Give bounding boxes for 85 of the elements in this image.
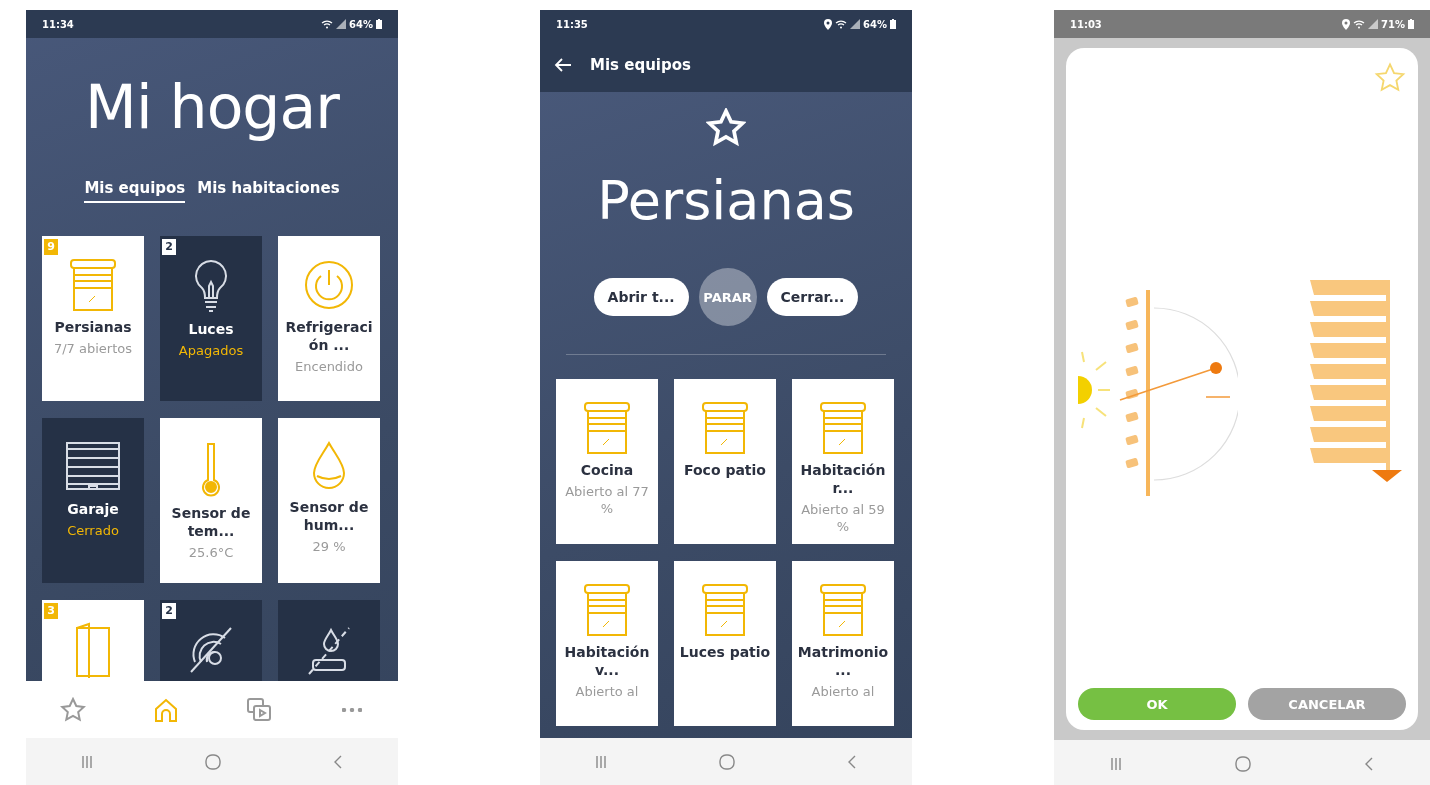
tile-name: Luces patio — [679, 643, 771, 661]
star-icon — [59, 696, 86, 723]
recent-apps-icon[interactable] — [82, 754, 93, 769]
device-tile[interactable]: 2 — [160, 600, 262, 681]
power-icon — [302, 258, 356, 312]
tile-status: Encendido — [294, 358, 364, 375]
recent-apps-icon[interactable] — [596, 754, 607, 769]
count-badge: 2 — [162, 239, 176, 255]
device-tile[interactable]: Habitación r... Abierto al 59 % — [792, 379, 894, 544]
wifi-icon — [321, 19, 334, 29]
window-blind-icon — [67, 258, 119, 312]
device-tile[interactable]: Cocina Abierto al 77 % — [556, 379, 658, 544]
battery-icon — [890, 19, 896, 29]
tile-status: Abierto al — [574, 683, 640, 700]
tile-status: 29 % — [311, 538, 347, 555]
window-blind-icon — [581, 401, 633, 455]
tile-status: Abierto al — [810, 683, 876, 700]
tile-status: Abierto al 77 % — [564, 483, 650, 517]
count-badge: 9 — [44, 239, 58, 255]
battery-icon — [1408, 19, 1414, 29]
window-blind-icon — [699, 401, 751, 455]
tile-name: Sensor de hum... — [288, 498, 370, 534]
thermometer-icon — [199, 440, 223, 498]
battery-percent: 71% — [1381, 18, 1405, 30]
tile-name: Luces — [187, 320, 235, 338]
tile-status: Apagados — [177, 342, 245, 359]
signal-icon — [1368, 19, 1379, 29]
device-tile[interactable]: Garaje Cerrado — [42, 418, 144, 583]
page-title: Mi hogar — [84, 70, 341, 144]
home-icon — [152, 696, 179, 723]
tile-name: Sensor de tem... — [170, 504, 252, 540]
signal-icon — [850, 19, 861, 29]
tile-name: Foco patio — [683, 461, 767, 479]
back-chevron-icon[interactable] — [333, 754, 342, 769]
favorite-star-icon[interactable] — [706, 108, 746, 148]
tile-name: Habitación v... — [563, 643, 651, 679]
wifi-icon — [835, 19, 848, 29]
battery-percent: 64% — [863, 18, 887, 30]
tile-status: Abierto al 59 % — [800, 501, 886, 535]
tile-name: Matrimonio ... — [797, 643, 889, 679]
battery-icon — [376, 19, 382, 29]
tile-name: Cocina — [579, 461, 635, 479]
window-blind-icon — [817, 401, 869, 455]
recent-apps-icon[interactable] — [1111, 756, 1121, 771]
tile-status: 25.6°C — [187, 544, 235, 561]
header-title: Mis equipos — [590, 56, 691, 74]
location-icon — [1342, 18, 1351, 30]
device-tile[interactable]: Luces patio — [674, 561, 776, 726]
tile-name: Refrigeración ... — [284, 318, 374, 354]
clock-time: 11:03 — [1070, 18, 1102, 30]
clock-time: 11:34 — [42, 18, 74, 30]
more-icon — [341, 707, 362, 712]
window-blind-icon — [817, 583, 869, 637]
count-badge: 3 — [44, 603, 58, 619]
battery-percent: 64% — [349, 18, 373, 30]
signal-icon — [336, 19, 347, 29]
wifi-icon — [1353, 19, 1366, 29]
action-button[interactable]: Cerrar... — [766, 278, 859, 316]
devices-icon — [245, 696, 272, 723]
count-badge: 2 — [162, 603, 176, 619]
back-chevron-icon[interactable] — [847, 754, 856, 769]
tile-name: Garaje — [66, 500, 120, 518]
tile-status: Cerrado — [66, 522, 120, 539]
device-tile[interactable]: Sensor de hum... 29 % — [278, 418, 380, 583]
device-tile[interactable]: Matrimonio ... Abierto al — [792, 561, 894, 726]
action-button[interactable]: Abrir t... — [593, 278, 689, 316]
tab[interactable]: Mis equipos — [84, 175, 186, 203]
tile-name: Habitación r... — [799, 461, 887, 497]
clock-time: 11:35 — [556, 18, 588, 30]
device-tile[interactable]: Foco patio — [674, 379, 776, 544]
window-blind-icon — [581, 583, 633, 637]
tile-name: Persianas — [53, 318, 133, 336]
device-tile[interactable]: Habitación v... Abierto al — [556, 561, 658, 726]
page-title: Persianas — [596, 167, 856, 234]
tile-status: 7/7 abiertos — [52, 340, 134, 357]
window-blind-icon — [699, 583, 751, 637]
tab[interactable]: Mis habitaciones — [197, 175, 340, 203]
device-tile[interactable]: Refrigeración ... Encendido — [278, 236, 380, 401]
location-icon — [824, 18, 833, 30]
device-tile[interactable]: 9 Persianas 7/7 abiertos — [42, 236, 144, 401]
back-chevron-icon[interactable] — [1365, 756, 1373, 771]
device-tile[interactable]: 2 Luces Apagados — [160, 236, 262, 401]
back-arrow-icon[interactable] — [554, 57, 572, 73]
device-tile[interactable]: Sensor de tem... 25.6°C — [160, 418, 262, 583]
favorite-star-icon[interactable] — [1374, 62, 1406, 94]
